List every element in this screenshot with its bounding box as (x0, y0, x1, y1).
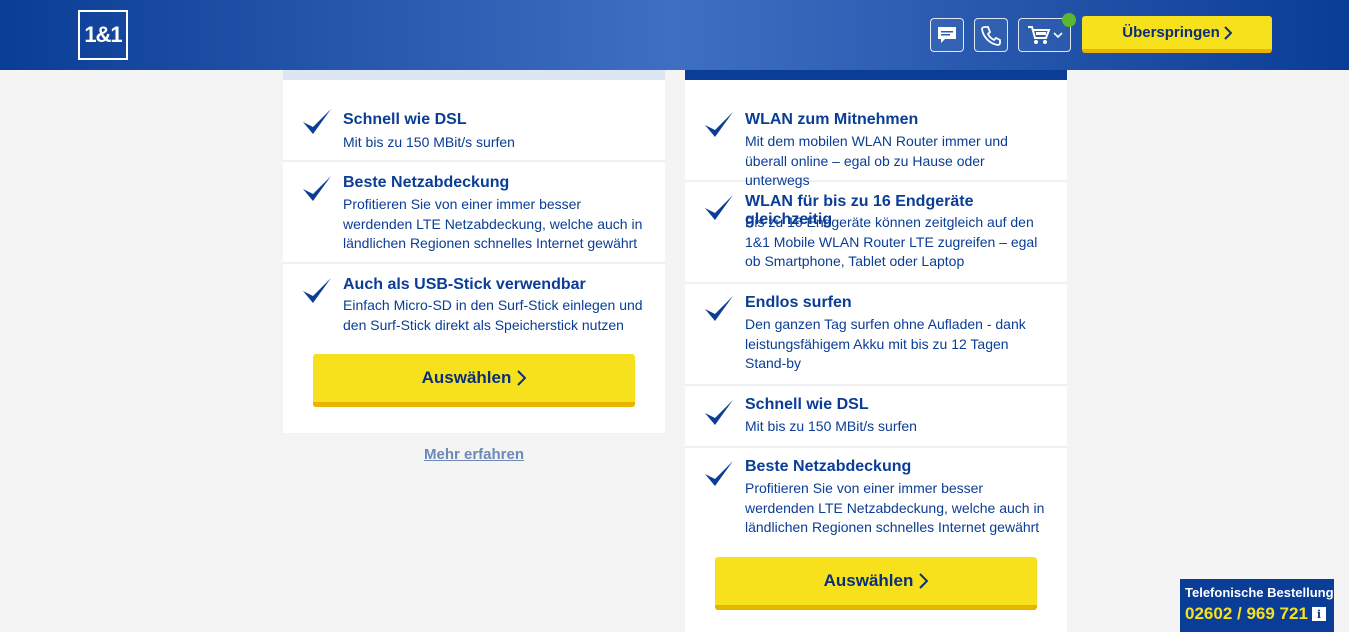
info-icon[interactable]: i (1311, 607, 1326, 621)
product-card-right: WLAN zum Mitnehmen Mit dem mobilen WLAN … (685, 70, 1067, 632)
select-button-left[interactable]: Auswählen (313, 354, 635, 407)
phone-icon (981, 26, 1001, 46)
checkmark-icon (705, 461, 733, 486)
select-button-right[interactable]: Auswählen (715, 557, 1037, 610)
feature-title: Schnell wie DSL (343, 111, 467, 128)
phone-order-box[interactable]: Telefonische Bestellung 02602 / 969 721 … (1180, 579, 1334, 632)
checkmark-icon (303, 176, 331, 201)
chevron-down-icon (1052, 32, 1063, 39)
feature-title: Schnell wie DSL (745, 396, 869, 413)
more-info-link[interactable]: Mehr erfahren (283, 446, 665, 463)
chat-icon (938, 27, 956, 43)
feature-desc: Mit bis zu 150 MBit/s surfen (343, 134, 515, 150)
feature-item: WLAN für bis zu 16 Endgeräte gleichzeiti… (685, 182, 1067, 284)
cart-button[interactable] (1018, 13, 1076, 52)
feature-title: Beste Netzabdeckung (745, 458, 912, 475)
feature-item: Beste Netzabdeckung Profitieren Sie von … (685, 448, 1067, 548)
checkmark-icon (303, 109, 331, 134)
feature-item: Schnell wie DSL Mit bis zu 150 MBit/s su… (283, 82, 665, 162)
card-header-strip (283, 70, 665, 80)
feature-desc: Profitieren Sie von einer immer besser w… (343, 196, 643, 251)
feature-title: Endlos surfen (745, 294, 852, 311)
feature-desc: Bis zu 16 Endgeräte können zeitgleich au… (745, 214, 1038, 269)
checkmark-icon (705, 400, 733, 425)
feature-title: Auch als USB-Stick verwendbar (343, 276, 586, 293)
checkmark-icon (705, 112, 733, 137)
chevron-right-icon (1224, 25, 1232, 40)
feature-item: WLAN zum Mitnehmen Mit dem mobilen WLAN … (685, 82, 1067, 188)
feature-item: Schnell wie DSL Mit bis zu 150 MBit/s su… (685, 386, 1067, 448)
feature-desc: Profitieren Sie von einer immer besser w… (745, 480, 1045, 535)
feature-desc: Einfach Micro-SD in den Surf-Stick einle… (343, 297, 643, 333)
chevron-right-icon (517, 370, 527, 386)
product-card-left: Schnell wie DSL Mit bis zu 150 MBit/s su… (283, 70, 665, 433)
feature-desc: Mit bis zu 150 MBit/s surfen (745, 418, 917, 434)
feature-desc: Den ganzen Tag surfen ohne Aufladen - da… (745, 316, 1026, 371)
phone-order-number-row: 02602 / 969 721 i (1185, 604, 1329, 624)
phone-order-number: 02602 / 969 721 (1185, 604, 1308, 623)
feature-item: Beste Netzabdeckung Profitieren Sie von … (283, 162, 665, 264)
feature-item: Endlos surfen Den ganzen Tag surfen ohne… (685, 284, 1067, 386)
select-label: Auswählen (421, 368, 512, 387)
skip-button[interactable]: Überspringen (1082, 16, 1272, 53)
card-header-strip (685, 70, 1067, 80)
feature-title: Beste Netzabdeckung (343, 174, 510, 191)
feature-item: Auch als USB-Stick verwendbar Einfach Mi… (283, 264, 665, 344)
cart-status-dot (1062, 13, 1076, 27)
chat-button[interactable] (930, 18, 964, 52)
feature-title: WLAN zum Mitnehmen (745, 111, 919, 128)
checkmark-icon (705, 296, 733, 321)
checkmark-icon (303, 278, 331, 303)
skip-label: Überspringen (1122, 24, 1220, 41)
chevron-right-icon (919, 573, 929, 589)
cart-icon (1027, 26, 1050, 44)
top-header: 1&1 Überspringen (0, 0, 1349, 70)
phone-order-label: Telefonische Bestellung (1185, 585, 1334, 600)
select-label: Auswählen (823, 571, 914, 590)
checkmark-icon (705, 195, 733, 220)
phone-button[interactable] (974, 18, 1008, 52)
brand-logo[interactable]: 1&1 (78, 10, 128, 60)
